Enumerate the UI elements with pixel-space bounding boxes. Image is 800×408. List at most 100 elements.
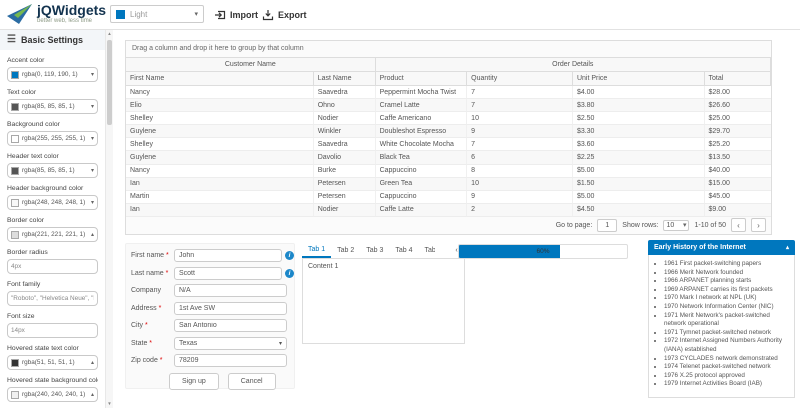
grid-cell[interactable]: 8 bbox=[467, 165, 573, 178]
grid-cell[interactable]: $1.50 bbox=[573, 178, 705, 191]
grid-cell[interactable]: Ohno bbox=[314, 99, 376, 112]
grid-cell[interactable]: Nancy bbox=[126, 86, 314, 99]
grid-cell[interactable]: Guylene bbox=[126, 151, 314, 164]
grid-cell[interactable]: Nancy bbox=[126, 165, 314, 178]
tab-tab-2[interactable]: Tab 2 bbox=[331, 243, 360, 258]
tab-tab-5[interactable]: Tab 5 bbox=[419, 243, 435, 258]
grid-cell[interactable]: $3.60 bbox=[573, 138, 705, 151]
grid-cell[interactable]: $2.25 bbox=[573, 151, 705, 164]
grid-cell[interactable]: Green Tea bbox=[376, 178, 468, 191]
grid-cell[interactable]: 6 bbox=[467, 151, 573, 164]
scrollbar-thumb[interactable] bbox=[107, 40, 112, 125]
color-dropdown[interactable]: rgba(240, 240, 240, 1)▴ bbox=[7, 387, 98, 402]
zip-code-field[interactable]: 78209 bbox=[174, 354, 287, 367]
grid-cell[interactable]: $5.00 bbox=[573, 165, 705, 178]
cancel-button[interactable]: Cancel bbox=[228, 373, 276, 390]
company-field[interactable]: N/A bbox=[174, 284, 287, 297]
sidebar-header[interactable]: ☰ Basic Settings bbox=[0, 30, 105, 50]
import-button[interactable]: Import bbox=[214, 7, 258, 23]
grid-cell[interactable]: $26.60 bbox=[705, 99, 771, 112]
grid-cell[interactable]: Guylene bbox=[126, 125, 314, 138]
grid-cell[interactable]: Davolio bbox=[314, 151, 376, 164]
grid-cell[interactable]: Ian bbox=[126, 178, 314, 191]
grid-cell[interactable]: Shelley bbox=[126, 112, 314, 125]
grid-cell[interactable]: Winkler bbox=[314, 125, 376, 138]
column-header[interactable]: First Name bbox=[126, 72, 314, 86]
grid-cell[interactable]: 9 bbox=[467, 125, 573, 138]
text-input[interactable]: 4px bbox=[7, 259, 98, 274]
grid-cell[interactable]: Cappuccino bbox=[376, 191, 468, 204]
grid-cell[interactable]: $5.00 bbox=[573, 191, 705, 204]
grid-cell[interactable]: 7 bbox=[467, 99, 573, 112]
grid-cell[interactable]: Nodier bbox=[314, 112, 376, 125]
export-button[interactable]: Export bbox=[262, 7, 307, 23]
column-group-header[interactable]: Order Details bbox=[376, 58, 771, 72]
grid-cell[interactable]: $40.00 bbox=[705, 165, 771, 178]
grid-cell[interactable]: $4.50 bbox=[573, 204, 705, 217]
prev-page-button[interactable]: ‹ bbox=[731, 218, 746, 232]
grid-cell[interactable]: Caffe Latte bbox=[376, 204, 468, 217]
column-header[interactable]: Total bbox=[705, 72, 771, 86]
color-dropdown[interactable]: rgba(51, 51, 51, 1)▴ bbox=[7, 355, 98, 370]
color-dropdown[interactable]: rgba(85, 85, 85, 1)▾ bbox=[7, 99, 98, 114]
grid-cell[interactable]: $2.50 bbox=[573, 112, 705, 125]
column-header[interactable]: Last Name bbox=[314, 72, 376, 86]
grid-cell[interactable]: $4.00 bbox=[573, 86, 705, 99]
grid-cell[interactable]: 10 bbox=[467, 178, 573, 191]
page-number-input[interactable]: 1 bbox=[597, 219, 617, 232]
grid-cell[interactable]: Nodier bbox=[314, 204, 376, 217]
grid-cell[interactable]: Elio bbox=[126, 99, 314, 112]
grid-group-drop-zone[interactable]: Drag a column and drop it here to group … bbox=[126, 41, 771, 58]
grid-cell[interactable]: $28.00 bbox=[705, 86, 771, 99]
grid-cell[interactable]: Petersen bbox=[314, 191, 376, 204]
tab-tab-1[interactable]: Tab 1 bbox=[302, 243, 331, 258]
grid-cell[interactable]: Caffe Americano bbox=[376, 112, 468, 125]
color-dropdown[interactable]: rgba(248, 248, 248, 1)▾ bbox=[7, 195, 98, 210]
text-input[interactable]: "Roboto", "Helvetica Neue", "H bbox=[7, 291, 98, 306]
column-header[interactable]: Unit Price bbox=[573, 72, 705, 86]
scroll-down-icon[interactable]: ▼ bbox=[106, 400, 113, 408]
tab-tab-3[interactable]: Tab 3 bbox=[360, 243, 389, 258]
text-input[interactable]: 14px bbox=[7, 323, 98, 338]
grid-cell[interactable]: 7 bbox=[467, 86, 573, 99]
next-page-button[interactable]: › bbox=[751, 218, 766, 232]
grid-cell[interactable]: Saavedra bbox=[314, 86, 376, 99]
column-header[interactable]: Quantity bbox=[467, 72, 573, 86]
tab-tab-4[interactable]: Tab 4 bbox=[389, 243, 418, 258]
grid-cell[interactable]: 10 bbox=[467, 112, 573, 125]
grid-cell[interactable]: Burke bbox=[314, 165, 376, 178]
grid-cell[interactable]: Shelley bbox=[126, 138, 314, 151]
sign-up-button[interactable]: Sign up bbox=[169, 373, 219, 390]
color-dropdown[interactable]: rgba(85, 85, 85, 1)▾ bbox=[7, 163, 98, 178]
grid-cell[interactable]: 2 bbox=[467, 204, 573, 217]
grid-cell[interactable]: Peppermint Mocha Twist bbox=[376, 86, 468, 99]
theme-select[interactable]: Light ▾ bbox=[110, 5, 204, 23]
city-field[interactable]: San Antonio bbox=[174, 319, 287, 332]
grid-cell[interactable]: Cappuccino bbox=[376, 165, 468, 178]
address-field[interactable]: 1st Ave SW bbox=[174, 302, 287, 315]
grid-cell[interactable]: Saavedra bbox=[314, 138, 376, 151]
grid-cell[interactable]: Black Tea bbox=[376, 151, 468, 164]
grid-cell[interactable]: Martin bbox=[126, 191, 314, 204]
last-name-field[interactable]: Scott bbox=[174, 267, 282, 280]
rows-per-page-select[interactable]: 10 ▾ bbox=[663, 220, 689, 231]
grid-cell[interactable]: Cramel Latte bbox=[376, 99, 468, 112]
color-dropdown[interactable]: rgba(0, 119, 190, 1)▾ bbox=[7, 67, 98, 82]
column-header[interactable]: Product bbox=[376, 72, 468, 86]
state-select[interactable]: Texas▾ bbox=[174, 337, 287, 350]
sidebar-scrollbar[interactable]: ▲ ▼ bbox=[105, 30, 113, 408]
grid-cell[interactable]: $25.00 bbox=[705, 112, 771, 125]
grid-cell[interactable]: $3.80 bbox=[573, 99, 705, 112]
expander-header[interactable]: Early History of the Internet ▴ bbox=[648, 240, 795, 255]
grid-cell[interactable]: $13.50 bbox=[705, 151, 771, 164]
grid-cell[interactable]: $9.00 bbox=[705, 204, 771, 217]
jqwidgets-logo[interactable]: jQWidgets better web, less time bbox=[6, 3, 106, 25]
column-group-header[interactable]: Customer Name bbox=[126, 58, 376, 72]
scroll-up-icon[interactable]: ▲ bbox=[106, 30, 113, 38]
grid-cell[interactable]: Ian bbox=[126, 204, 314, 217]
grid-cell[interactable]: 7 bbox=[467, 138, 573, 151]
grid-cell[interactable]: Doubleshot Espresso bbox=[376, 125, 468, 138]
color-dropdown[interactable]: rgba(255, 255, 255, 1)▾ bbox=[7, 131, 98, 146]
color-dropdown[interactable]: rgba(221, 221, 221, 1)▴ bbox=[7, 227, 98, 242]
grid-cell[interactable]: Petersen bbox=[314, 178, 376, 191]
